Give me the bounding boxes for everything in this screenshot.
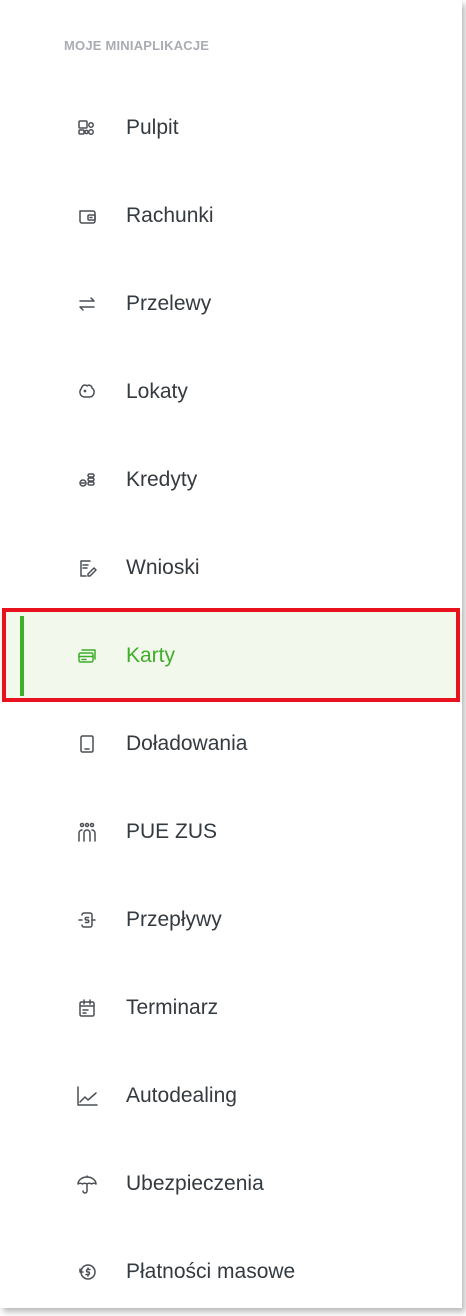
menu-item-label: Terminarz xyxy=(126,996,219,1019)
menu-item-label: Doładowania xyxy=(126,732,248,755)
menu-item-label: Karty xyxy=(126,644,176,667)
line-chart-icon xyxy=(76,1085,98,1107)
cards-icon xyxy=(76,645,98,667)
menu-item-label: Przelewy xyxy=(126,292,212,315)
piggy-bank-icon xyxy=(76,381,98,403)
menu-item-label: Przepływy xyxy=(126,908,222,931)
menu-item-label: PUE ZUS xyxy=(126,820,218,843)
menu-item-platnosci-masowe[interactable]: Płatności masowe xyxy=(0,1228,462,1316)
menu-item-doladowania[interactable]: Doładowania xyxy=(0,700,462,788)
transfer-arrows-icon xyxy=(76,293,98,315)
menu-item-label: Wnioski xyxy=(126,556,200,579)
menu-item-wnioski[interactable]: Wnioski xyxy=(0,524,462,612)
wallet-icon xyxy=(76,205,98,227)
section-header: MOJE MINIAPLIKACJE xyxy=(64,38,210,53)
menu-item-label: Pulpit xyxy=(126,116,179,139)
mini-apps-menu: Pulpit Rachunki Przelewy Lokaty Kredyty xyxy=(0,84,462,1316)
coins-icon xyxy=(76,469,98,491)
menu-item-lokaty[interactable]: Lokaty xyxy=(0,348,462,436)
form-edit-icon xyxy=(76,557,98,579)
menu-item-label: Ubezpieczenia xyxy=(126,1172,264,1195)
menu-item-kredyty[interactable]: Kredyty xyxy=(0,436,462,524)
menu-item-rachunki[interactable]: Rachunki xyxy=(0,172,462,260)
menu-item-label: Płatności masowe xyxy=(126,1260,296,1283)
phone-icon xyxy=(76,733,98,755)
money-cycle-icon xyxy=(76,1261,98,1283)
dashboard-icon xyxy=(76,117,98,139)
menu-item-ubezpieczenia[interactable]: Ubezpieczenia xyxy=(0,1140,462,1228)
menu-item-label: Autodealing xyxy=(126,1084,237,1107)
menu-item-autodealing[interactable]: Autodealing xyxy=(0,1052,462,1140)
menu-item-karty[interactable]: Karty xyxy=(0,612,462,700)
menu-item-przeplywy[interactable]: Przepływy xyxy=(0,876,462,964)
umbrella-icon xyxy=(76,1173,98,1195)
menu-item-przelewy[interactable]: Przelewy xyxy=(0,260,462,348)
people-icon xyxy=(76,821,98,843)
menu-item-label: Lokaty xyxy=(126,380,188,403)
menu-item-pulpit[interactable]: Pulpit xyxy=(0,84,462,172)
menu-item-label: Kredyty xyxy=(126,468,198,491)
menu-item-label: Rachunki xyxy=(126,204,214,227)
menu-item-pue-zus[interactable]: PUE ZUS xyxy=(0,788,462,876)
cashflow-icon xyxy=(76,909,98,931)
calendar-icon xyxy=(76,997,98,1019)
menu-item-terminarz[interactable]: Terminarz xyxy=(0,964,462,1052)
mini-apps-panel: MOJE MINIAPLIKACJE Pulpit Rachunki Przel… xyxy=(0,0,462,1308)
